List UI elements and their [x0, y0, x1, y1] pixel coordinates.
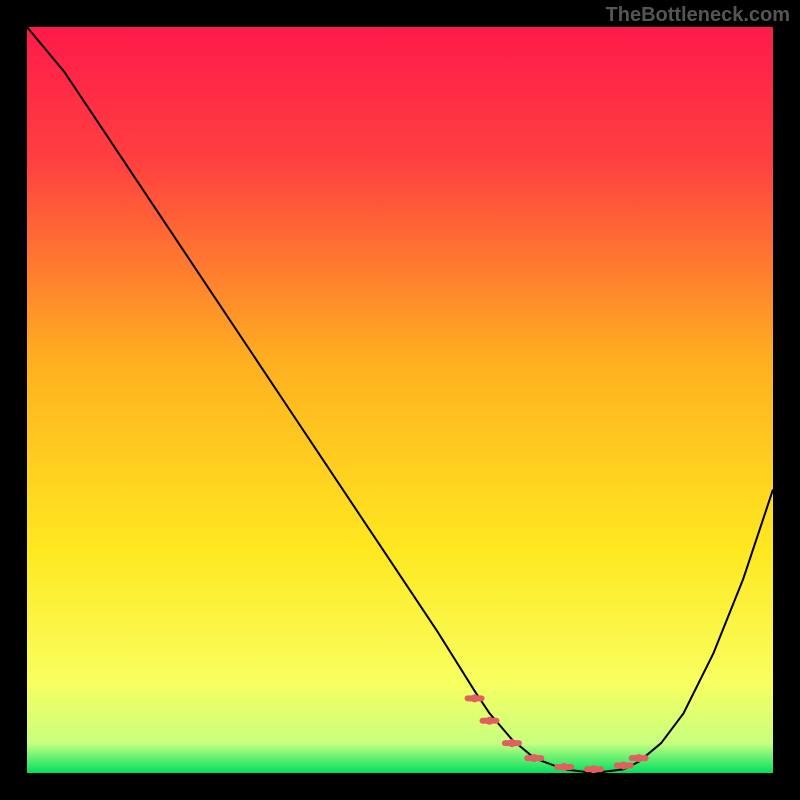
- chart-background: [27, 27, 773, 773]
- watermark-text: TheBottleneck.com: [606, 4, 790, 27]
- chart-plot-area: [27, 27, 773, 773]
- chart-svg: [27, 27, 773, 773]
